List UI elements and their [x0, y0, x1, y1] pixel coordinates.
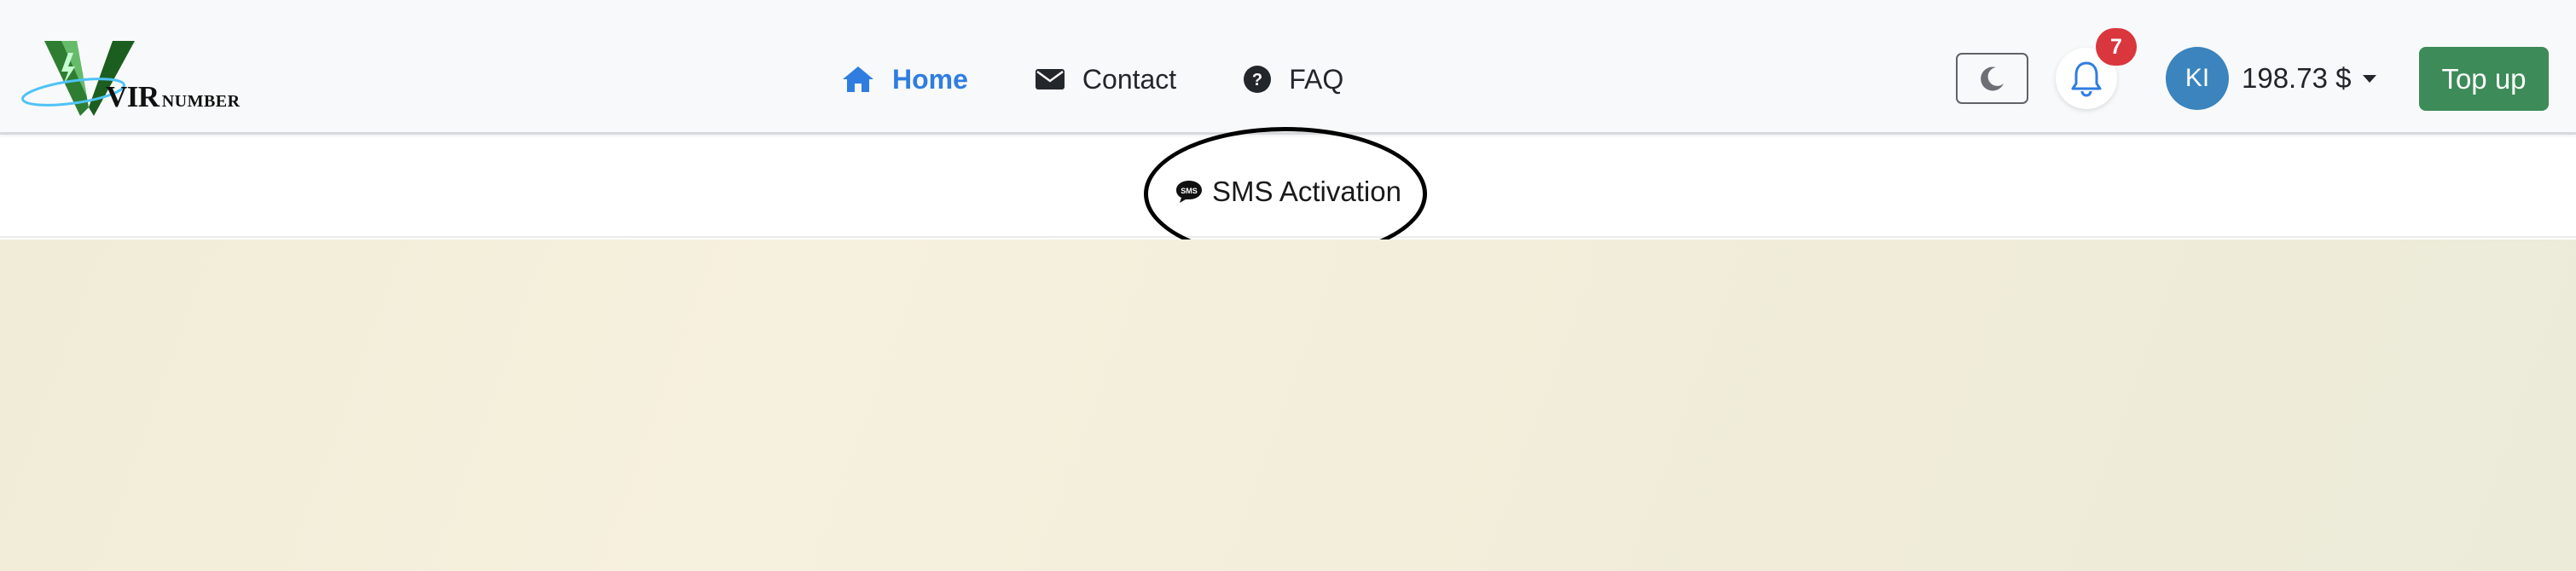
sms-bubble-icon: SMS [1176, 181, 1202, 203]
balance-dropdown[interactable]: 198.73 $ [2242, 60, 2377, 97]
theme-toggle-button[interactable] [1956, 53, 2028, 104]
main-nav: Home Contact ? FAQ [841, 58, 1343, 101]
service-subnav: SMS SMS Activation [0, 137, 2576, 238]
sms-activation-label: SMS Activation [1212, 176, 1401, 207]
nav-faq-link[interactable]: ? FAQ [1243, 58, 1343, 101]
top-navbar: VIR NUMBER Home Contact ? FAQ 7 KI 198.7… [0, 0, 2576, 135]
user-avatar[interactable]: KI [2166, 47, 2229, 110]
notification-count-badge: 7 [2096, 28, 2137, 66]
top-up-button[interactable]: Top up [2419, 47, 2549, 111]
logo-sub-text: NUMBER [161, 92, 241, 111]
nav-faq-label: FAQ [1289, 63, 1344, 95]
sms-activation-tab[interactable]: SMS SMS Activation [1175, 174, 1401, 210]
nav-home-label: Home [892, 63, 968, 95]
nav-contact-link[interactable]: Contact [1035, 58, 1176, 101]
nav-home-link[interactable]: Home [841, 58, 968, 101]
logo-main-text: VIR [106, 80, 160, 113]
svg-text:?: ? [1252, 71, 1262, 89]
brand-wordmark: VIR NUMBER [106, 80, 241, 114]
sms-icon-text: SMS [1181, 187, 1198, 195]
nav-contact-label: Contact [1082, 63, 1177, 95]
moon-icon [1980, 66, 2004, 91]
balance-value: 198.73 $ [2242, 62, 2352, 94]
caret-down-icon [2363, 74, 2377, 83]
envelope-icon [1035, 69, 1065, 89]
bell-icon [2071, 61, 2102, 97]
question-circle-icon: ? [1244, 66, 1272, 93]
main-content-area [0, 239, 2576, 571]
home-icon [843, 66, 873, 92]
